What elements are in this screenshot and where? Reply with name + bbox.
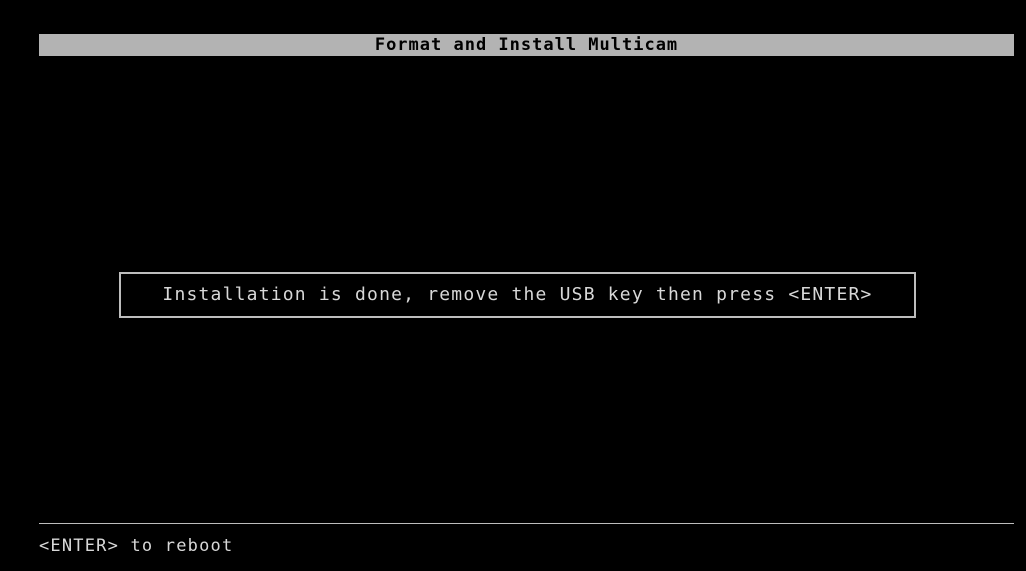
footer-divider — [39, 523, 1014, 524]
message-dialog[interactable]: Installation is done, remove the USB key… — [119, 272, 916, 318]
footer-hint: <ENTER> to reboot — [39, 536, 234, 556]
dialog-message: Installation is done, remove the USB key… — [162, 284, 873, 305]
installer-screen: Format and Install Multicam Installation… — [8, 6, 1018, 564]
window-title: Format and Install Multicam — [39, 34, 1014, 56]
